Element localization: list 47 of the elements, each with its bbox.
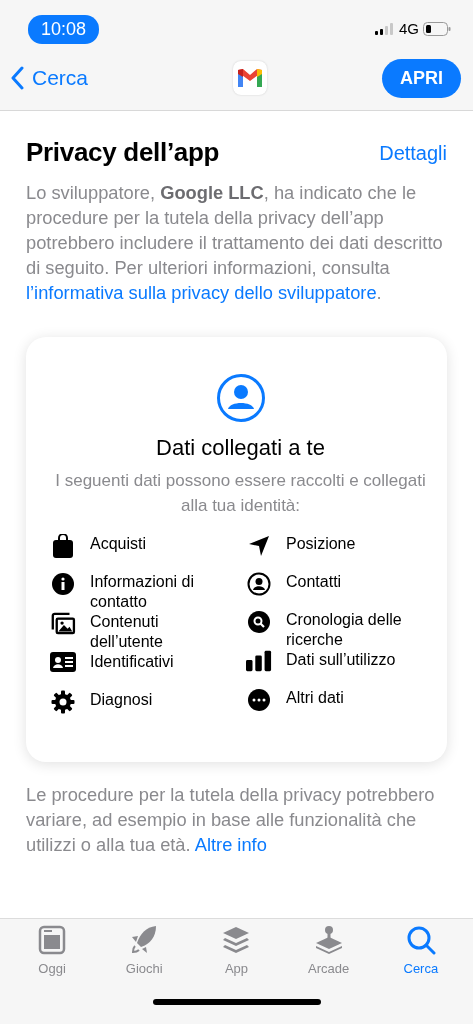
open-button[interactable]: APRI [381, 58, 461, 98]
privacy-policy-link[interactable]: l’informativa sulla privacy dello sviluppatore [26, 282, 377, 303]
data-category: Altri dati [286, 688, 344, 708]
network-label: 4G [399, 18, 419, 39]
id-card-icon [50, 652, 76, 672]
gear-icon [51, 690, 75, 714]
data-category: Identificativi [90, 652, 174, 672]
tab-item[interactable]: Cerca [380, 919, 461, 979]
section-title: Privacy dell’app [26, 136, 220, 169]
battery-icon [423, 22, 451, 36]
details-link[interactable]: Dettagli [379, 137, 447, 168]
privacy-description: Lo sviluppatore, Google LLC, ha indicato che le procedure per la tutela della privacy dell’app potrebbero includere il trattamento dei dati descritto di seguito. Per ulteriori informazioni, consulta l’informativa sulla privacy dello sviluppatore. [26, 181, 444, 305]
data-category: Acquisti [90, 534, 147, 554]
data-category: Dati sull’utilizzo [286, 650, 396, 670]
privacy-note: Le procedure per la tutela della privacy potrebbero variare, ad esempio in base alle funzionalità che utilizzi o alla tua età. Altre info [26, 783, 436, 857]
bag-icon [52, 534, 74, 558]
location-arrow-icon [247, 534, 271, 558]
tab-item[interactable]: Oggi [12, 919, 93, 979]
joystick-icon [313, 925, 344, 955]
data-category: Contatti [286, 572, 342, 592]
data-category: Contenuti dell’utente [90, 612, 164, 652]
app-icon [233, 61, 267, 95]
more-icon [247, 688, 271, 712]
data-category: Cronologia delle ricerche [286, 610, 403, 650]
card-title: Dati collegati a te [155, 434, 326, 462]
photos-icon [50, 612, 76, 636]
search-icon [405, 925, 436, 955]
card-subtitle: I seguenti dati possono essere raccolti e collegati alla tua identità: [54, 470, 427, 517]
bar-chart-icon [246, 650, 272, 672]
tab-item[interactable]: App [196, 919, 277, 979]
status-time: 10:08 [28, 14, 100, 44]
more-info-link[interactable]: Altre info [194, 834, 267, 855]
signal-icon [375, 23, 395, 35]
tab-item[interactable]: Arcade [288, 919, 369, 979]
info-icon [51, 572, 75, 596]
rocket-icon [130, 925, 159, 955]
data-category: Diagnosi [90, 690, 153, 710]
person-circle-icon [247, 572, 271, 596]
tab-item[interactable]: Giochi [104, 919, 185, 979]
chevron-left-icon [10, 66, 24, 90]
today-icon [38, 925, 67, 955]
layers-icon [221, 925, 252, 955]
data-category: Posizione [286, 534, 356, 554]
data-category: Informazioni di contatto [90, 572, 196, 612]
search-circle-icon [247, 610, 271, 634]
back-button[interactable]: Cerca [10, 62, 89, 94]
person-icon [215, 373, 266, 423]
